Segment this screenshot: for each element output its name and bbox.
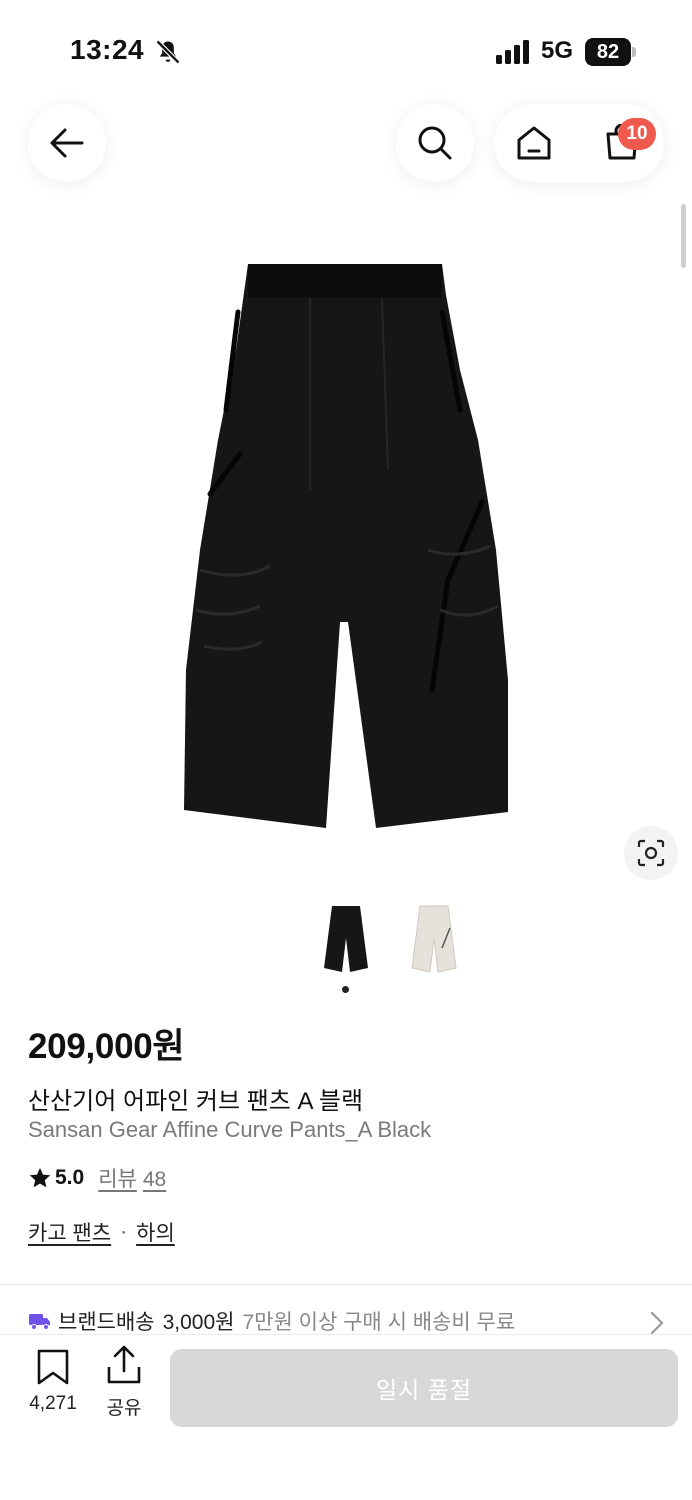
bookmark-button[interactable]: 4,271 xyxy=(20,1349,86,1429)
shipping-info-row[interactable]: 브랜드배송 3,000원 7만원 이상 구매 시 배송비 무료 xyxy=(28,1306,668,1336)
visual-search-button[interactable] xyxy=(624,826,678,880)
battery-icon: 82 xyxy=(585,38,637,66)
home-cart-group: 10 xyxy=(494,104,664,182)
share-button[interactable]: 공유 xyxy=(94,1345,154,1429)
star-icon xyxy=(29,1168,51,1188)
chevron-right-icon[interactable] xyxy=(648,1310,666,1336)
scroll-indicator[interactable] xyxy=(681,204,686,268)
network-type: 5G xyxy=(541,37,574,64)
share-label: 공유 xyxy=(106,1398,142,1419)
home-icon xyxy=(517,126,551,160)
status-time: 13:24 xyxy=(70,34,145,65)
truck-icon xyxy=(29,1314,50,1330)
rating-value: 5.0 xyxy=(55,1166,85,1189)
category-link-bottoms[interactable]: 하의 xyxy=(136,1217,175,1247)
home-button[interactable] xyxy=(494,104,574,182)
rating-row: 5.0 리뷰 48 xyxy=(28,1163,166,1193)
search-icon xyxy=(418,126,452,160)
thumbnail-white[interactable] xyxy=(404,898,464,982)
category-separator: · xyxy=(120,1220,128,1243)
share-icon xyxy=(107,1345,141,1384)
category-link-cargo-pants[interactable]: 카고 팬츠 xyxy=(28,1217,111,1247)
review-link[interactable]: 리뷰 48 xyxy=(98,1163,166,1193)
thumbnail-indicator-dot xyxy=(342,986,349,993)
bookmark-count: 4,271 xyxy=(29,1393,77,1414)
search-button[interactable] xyxy=(396,104,474,182)
lens-scan-icon xyxy=(637,839,665,867)
thumbnail-black[interactable] xyxy=(316,898,376,982)
battery-level: 82 xyxy=(585,38,631,66)
section-divider xyxy=(0,1284,692,1285)
bookmark-icon xyxy=(37,1349,69,1385)
shipping-fee: 3,000원 xyxy=(162,1311,235,1334)
bottom-action-bar: 4,271 공유 일시 품절 xyxy=(0,1334,692,1500)
back-button[interactable] xyxy=(28,104,106,182)
cart-count-badge: 10 xyxy=(618,118,656,150)
review-count: 48 xyxy=(142,1168,167,1191)
review-label: 리뷰 xyxy=(98,1168,137,1191)
sold-out-button[interactable]: 일시 품절 xyxy=(170,1349,678,1427)
product-name-english: Sansan Gear Affine Curve Pants_A Black xyxy=(28,1117,432,1142)
product-price: 209,000원 xyxy=(28,1027,185,1066)
bell-slash-icon xyxy=(155,39,181,65)
signal-icon xyxy=(496,40,529,64)
shipping-brand-label: 브랜드배송 xyxy=(58,1311,155,1334)
product-name-korean: 산산기어 어파인 커브 팬츠 A 블랙 xyxy=(28,1088,364,1115)
category-breadcrumb: 카고 팬츠 · 하의 xyxy=(28,1217,175,1247)
back-arrow-icon xyxy=(50,128,84,158)
shipping-free-note: 7만원 이상 구매 시 배송비 무료 xyxy=(242,1311,516,1334)
product-image[interactable] xyxy=(160,250,530,840)
